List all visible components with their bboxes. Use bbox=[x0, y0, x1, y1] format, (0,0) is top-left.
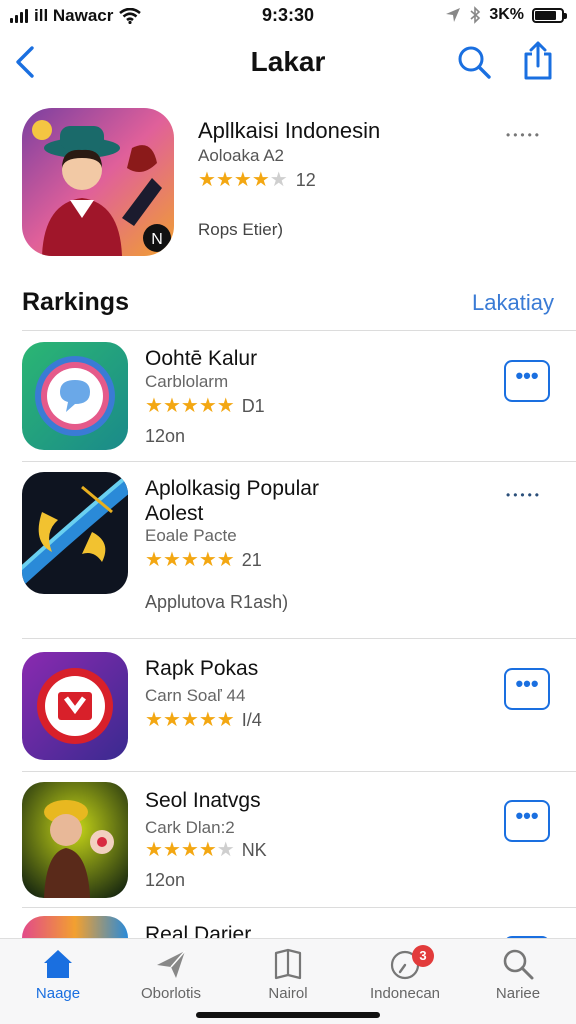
star-icon: ★ bbox=[216, 709, 235, 731]
rating-count: I/4 bbox=[241, 710, 262, 730]
app-title: Oohtē Kalur bbox=[145, 347, 258, 370]
tab-label: Nariee bbox=[495, 985, 541, 1002]
star-icon: ★ bbox=[251, 169, 270, 191]
battery-percent: 3K% bbox=[489, 6, 524, 23]
app-meta: 12on bbox=[145, 870, 186, 890]
bluetooth-icon bbox=[470, 6, 481, 24]
star-icon: ★ bbox=[269, 169, 288, 191]
more-button[interactable]: ••• bbox=[504, 668, 550, 710]
list-item[interactable]: Seol Inatvgs Cark Dlan:2 ★★★★★ NK 12on ••… bbox=[0, 780, 576, 906]
app-rating: ★★★★★ 21 bbox=[145, 550, 262, 571]
divider bbox=[22, 638, 576, 639]
tab-label: Nairol bbox=[268, 985, 308, 1002]
battery-icon bbox=[532, 7, 567, 23]
star-icon: ★ bbox=[233, 169, 252, 191]
see-all-link[interactable]: Lakatiay bbox=[472, 290, 554, 316]
star-icon: ★ bbox=[145, 395, 163, 417]
list-item[interactable]: Aplolkasig Popular Aolest Eoale Pacte ★★… bbox=[0, 470, 576, 638]
share-icon[interactable] bbox=[520, 40, 556, 82]
tab-label: Oborlotis bbox=[140, 985, 202, 1002]
star-icon: ★ bbox=[198, 839, 217, 861]
status-bar: ill Nawacr 9:3:30 3K% bbox=[0, 0, 576, 30]
rankings-header: Rarkings Lakatiay bbox=[0, 282, 576, 328]
featured-rating-count: 12 bbox=[295, 170, 316, 190]
app-icon[interactable] bbox=[22, 342, 128, 450]
star-icon: ★ bbox=[145, 709, 163, 731]
search-icon bbox=[503, 949, 534, 980]
star-icon: ★ bbox=[180, 549, 199, 571]
app-title: Rapk Pokas bbox=[145, 657, 259, 680]
star-icon: ★ bbox=[216, 395, 235, 417]
more-button[interactable]: ••• bbox=[504, 360, 550, 402]
featured-more-dots[interactable]: ••••• bbox=[506, 128, 542, 142]
home-indicator bbox=[196, 1012, 380, 1018]
star-icon: ★ bbox=[198, 169, 216, 191]
rating-count: 21 bbox=[241, 550, 262, 570]
more-button[interactable]: ••• bbox=[504, 800, 550, 842]
star-icon: ★ bbox=[162, 549, 181, 571]
featured-app-icon[interactable]: N bbox=[22, 108, 174, 256]
list-item[interactable]: Rapk Pokas Carn Soaľ 44 ★★★★★ I/4 ••• bbox=[0, 650, 576, 770]
app-subtitle: Eoale Pacte bbox=[145, 526, 237, 545]
app-meta: 12on bbox=[145, 426, 186, 446]
tab-search[interactable]: Nariee bbox=[463, 947, 573, 1017]
tab-updates[interactable]: 3 Indonecan bbox=[350, 945, 460, 1017]
nav-bar: Lakar bbox=[0, 36, 576, 92]
app-subtitle: Carblolarm bbox=[145, 372, 229, 391]
star-icon: ★ bbox=[216, 549, 235, 571]
app-icon[interactable] bbox=[22, 782, 128, 898]
star-icon: ★ bbox=[162, 839, 181, 861]
home-icon bbox=[44, 950, 72, 978]
location-icon bbox=[446, 8, 461, 22]
featured-app-subtitle: Aoloaka A2 bbox=[198, 146, 285, 165]
book-icon bbox=[274, 948, 302, 980]
star-icon: ★ bbox=[180, 839, 199, 861]
star-icon: ★ bbox=[198, 395, 217, 417]
search-icon[interactable] bbox=[454, 42, 494, 82]
featured-rating: ★★★★★ 12 bbox=[198, 170, 316, 191]
star-icon: ★ bbox=[198, 549, 217, 571]
star-icon: ★ bbox=[145, 549, 163, 571]
app-rating: ★★★★★ I/4 bbox=[145, 710, 262, 731]
app-icon[interactable] bbox=[22, 652, 128, 760]
star-icon: ★ bbox=[216, 839, 235, 861]
app-rating: ★★★★★ D1 bbox=[145, 396, 265, 417]
divider bbox=[22, 907, 576, 908]
svg-text:N: N bbox=[151, 231, 163, 248]
tab-discover[interactable]: Oborlotis bbox=[116, 947, 226, 1017]
star-icon: ★ bbox=[145, 839, 163, 861]
app-subtitle: Cark Dlan:2 bbox=[145, 818, 235, 837]
star-icon: ★ bbox=[162, 395, 181, 417]
tab-library[interactable]: Nairol bbox=[233, 947, 343, 1017]
tab-label: Indonecan bbox=[369, 985, 441, 1002]
more-dots[interactable]: ••••• bbox=[506, 488, 542, 502]
app-rating: ★★★★★ NK bbox=[145, 840, 267, 861]
star-icon: ★ bbox=[215, 169, 234, 191]
featured-app-title: Apllkaisi Indonesin bbox=[198, 118, 381, 143]
paper-plane-icon bbox=[157, 950, 186, 978]
tab-label: Naage bbox=[35, 985, 81, 1002]
divider bbox=[22, 461, 576, 462]
status-right: 3K% bbox=[445, 6, 567, 24]
featured-app[interactable]: N Apllkaisi Indonesin Aoloaka A2 ★★★★★ 1… bbox=[0, 100, 576, 270]
star-icon: ★ bbox=[180, 395, 199, 417]
star-icon: ★ bbox=[180, 709, 199, 731]
app-meta: Applutova R1ash) bbox=[145, 592, 289, 612]
star-icon: ★ bbox=[162, 709, 181, 731]
star-icon: ★ bbox=[198, 709, 217, 731]
app-subtitle: Carn Soaľ 44 bbox=[145, 686, 246, 705]
notification-badge: 3 bbox=[412, 945, 434, 967]
rating-count: D1 bbox=[241, 396, 265, 416]
rating-count: NK bbox=[241, 840, 267, 860]
app-title: Aplolkasig Popular Aolest bbox=[145, 477, 319, 525]
app-icon[interactable] bbox=[22, 472, 128, 594]
featured-app-meta: Rops Etier) bbox=[198, 220, 284, 239]
rankings-title: Rarkings bbox=[22, 288, 129, 316]
divider bbox=[22, 330, 576, 331]
divider bbox=[22, 771, 576, 772]
list-item[interactable]: Oohtē Kalur Carblolarm ★★★★★ D1 12on ••• bbox=[0, 340, 576, 460]
tab-home[interactable]: Naage bbox=[3, 947, 113, 1017]
app-title: Seol Inatvgs bbox=[145, 789, 261, 812]
